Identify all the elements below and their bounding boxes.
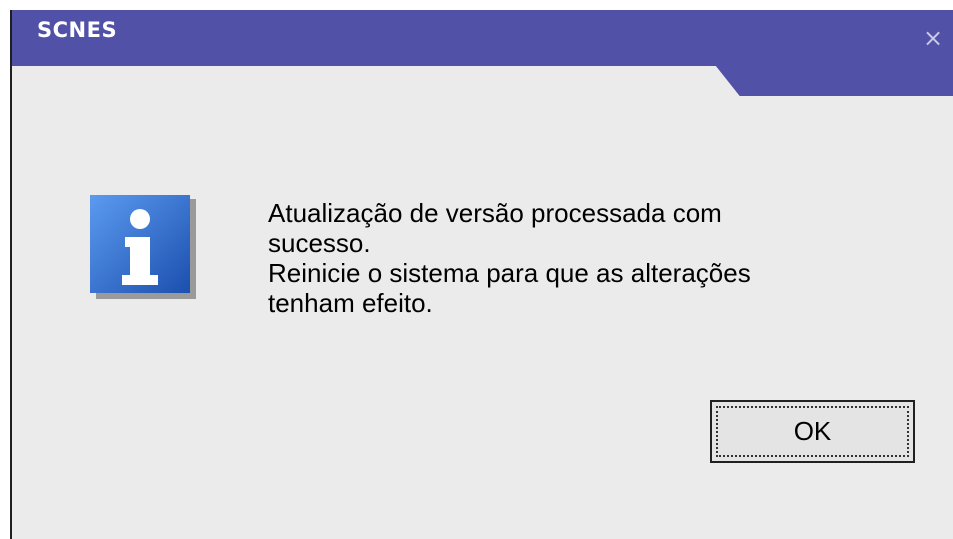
- title-bar[interactable]: SCNES ×: [12, 10, 953, 96]
- info-icon: [90, 195, 196, 299]
- message-line: Reinicie o sistema para que as alteraçõe…: [268, 258, 751, 288]
- message-line: tenham efeito.: [268, 288, 433, 318]
- ok-button[interactable]: OK: [710, 400, 915, 463]
- message-line: sucesso.: [268, 228, 371, 258]
- ok-button-label: OK: [716, 406, 909, 457]
- window-title: SCNES: [37, 18, 118, 42]
- message-dialog: SCNES × Atualização de versão processada…: [10, 10, 953, 539]
- message-line: Atualização de versão processada com: [268, 198, 722, 228]
- titlebar-shape: [12, 66, 742, 96]
- close-icon[interactable]: ×: [919, 24, 947, 52]
- message-text: Atualização de versão processada com suc…: [268, 198, 868, 318]
